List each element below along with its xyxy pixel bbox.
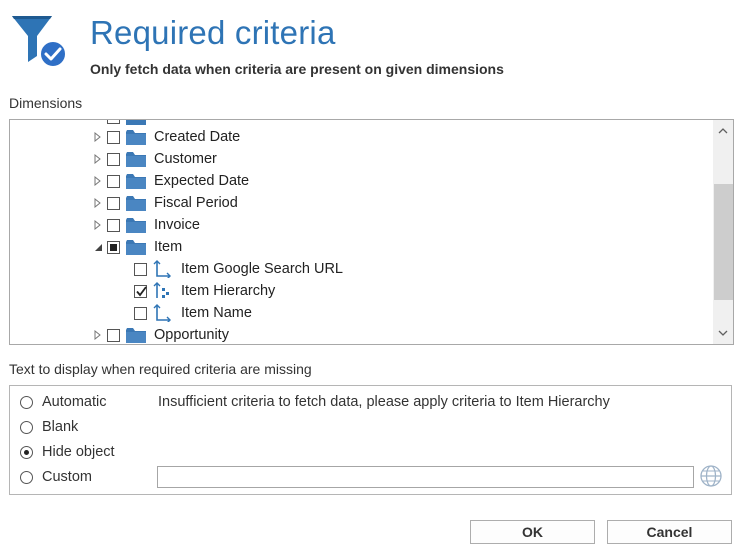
checkbox-checked[interactable]: [134, 284, 147, 298]
expand-arrow-icon[interactable]: [92, 214, 104, 236]
attribute-icon: [153, 260, 175, 278]
radio-button[interactable]: [20, 395, 33, 409]
folder-icon: [126, 172, 148, 190]
missing-criteria-options: Automatic Blank Hide object Custom Insuf…: [9, 385, 732, 495]
radio-button-selected[interactable]: [20, 445, 33, 459]
missing-criteria-label: Text to display when required criteria a…: [9, 361, 312, 377]
folder-icon: [126, 216, 148, 234]
folder-icon: [126, 326, 148, 344]
folder-icon: [126, 238, 148, 256]
tree-row-customer[interactable]: Customer: [92, 148, 217, 170]
tree-row-fiscal-period[interactable]: Fiscal Period: [92, 192, 238, 214]
expand-arrow-icon[interactable]: [92, 192, 104, 214]
tree-row-label: Item Name: [181, 305, 252, 321]
checkbox[interactable]: [134, 262, 147, 276]
tree-row-label: Item Google Search URL: [181, 261, 343, 277]
checkbox[interactable]: [107, 328, 120, 342]
tree-row-label: Expected Date: [154, 173, 250, 189]
ok-button[interactable]: OK: [470, 520, 595, 544]
radio-label: Blank: [42, 419, 79, 435]
automatic-message: Insufficient criteria to fetch data, ple…: [158, 394, 610, 410]
tree-row-label: Item: [154, 239, 183, 255]
tree-row-item-name[interactable]: Item Name: [131, 302, 252, 324]
tree-row-expected-date[interactable]: Expected Date: [92, 170, 249, 192]
radio-label: Custom: [42, 469, 92, 485]
scroll-up-icon[interactable]: [713, 122, 733, 140]
tree-row-invoice[interactable]: Invoice: [92, 214, 200, 236]
checkbox[interactable]: [107, 196, 120, 210]
checkbox[interactable]: [107, 152, 120, 166]
hierarchy-icon: [153, 282, 175, 300]
folder-icon: [126, 150, 148, 168]
tree-row-item-hierarchy[interactable]: Item Hierarchy: [131, 280, 275, 302]
collapse-arrow-icon[interactable]: [92, 236, 104, 258]
radio-automatic[interactable]: Automatic: [20, 391, 106, 413]
expand-arrow-icon[interactable]: [92, 324, 104, 344]
tree-row-created-date[interactable]: Created Date: [92, 126, 240, 148]
checkbox[interactable]: [107, 130, 120, 144]
tree-row-item-google-search-url[interactable]: Item Google Search URL: [131, 258, 343, 280]
tree-row-label: Invoice: [154, 217, 200, 233]
scroll-thumb[interactable]: [714, 184, 733, 300]
tree-row-label: Opportunity: [154, 327, 229, 343]
custom-text-input[interactable]: [157, 466, 694, 488]
tree-row-opportunity[interactable]: Opportunity: [92, 324, 229, 344]
tree-row-item[interactable]: Item: [92, 236, 182, 258]
cancel-button[interactable]: Cancel: [607, 520, 732, 544]
tree-row-label: Created Date: [154, 129, 241, 145]
radio-hide-object[interactable]: Hide object: [20, 441, 115, 463]
radio-label: Automatic: [42, 394, 107, 410]
folder-icon: [126, 128, 148, 146]
radio-label: Hide object: [42, 444, 115, 460]
radio-blank[interactable]: Blank: [20, 416, 78, 438]
dialog-subtitle: Only fetch data when criteria are presen…: [90, 61, 504, 77]
checkbox[interactable]: [134, 306, 147, 320]
radio-button[interactable]: [20, 420, 33, 434]
folder-icon: [126, 194, 148, 212]
radio-custom[interactable]: Custom: [20, 466, 92, 488]
dimensions-label: Dimensions: [9, 95, 83, 111]
dimensions-tree[interactable]: Created Date Customer Expected Date Fisc…: [9, 119, 734, 345]
tree-scrollbar[interactable]: [713, 120, 733, 344]
tree-row-label: Customer: [154, 151, 217, 167]
checkbox-partial[interactable]: [107, 240, 120, 254]
radio-button[interactable]: [20, 470, 33, 484]
expand-arrow-icon[interactable]: [92, 126, 104, 148]
tree-row-label: Item Hierarchy: [181, 283, 276, 299]
checkbox[interactable]: [107, 174, 120, 188]
dialog-title: Required criteria: [90, 14, 336, 51]
attribute-icon: [153, 304, 175, 322]
expand-arrow-icon[interactable]: [92, 170, 104, 192]
scroll-down-icon[interactable]: [713, 324, 733, 342]
expand-arrow-icon[interactable]: [92, 148, 104, 170]
checkbox[interactable]: [107, 218, 120, 232]
globe-icon[interactable]: [699, 464, 723, 488]
tree-row-label: Fiscal Period: [154, 195, 238, 211]
filter-check-icon: [10, 10, 70, 72]
